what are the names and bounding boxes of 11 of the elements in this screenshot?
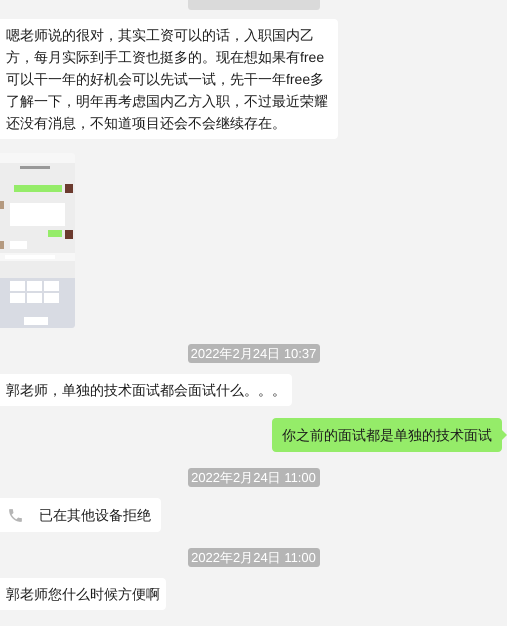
timestamp: 2022年2月24日 10:37 [188, 344, 320, 363]
bubble-tail [502, 430, 507, 440]
call-status: 已在其他设备拒绝 [39, 506, 151, 524]
received-message: 嗯老师说的很对，其实工资可以的话，入职国内乙方，每月实际到手工资也挺多的。现在想如果有free可以干一年的好机会可以先试一试，先干一年free多了解一下，明年再考虑国内乙方入职，不过最近荣耀还没有消息，不知道项目还会不会继续存在。 [0, 19, 338, 139]
received-message: 郭老师，单独的技术面试都会面试什么。。。 [0, 374, 292, 406]
screenshot-thumbnail-drawing[interactable] [0, 153, 75, 328]
timestamp: 2022年2月24日 11:00 [188, 548, 320, 567]
phone-icon [7, 506, 24, 524]
timestamp: 2022年2月24日 11:00 [188, 468, 320, 487]
received-message: 郭老师您什么时候方便啊 [0, 578, 166, 610]
sent-message: 你之前的面试都是单独的技术面试 [272, 418, 502, 452]
